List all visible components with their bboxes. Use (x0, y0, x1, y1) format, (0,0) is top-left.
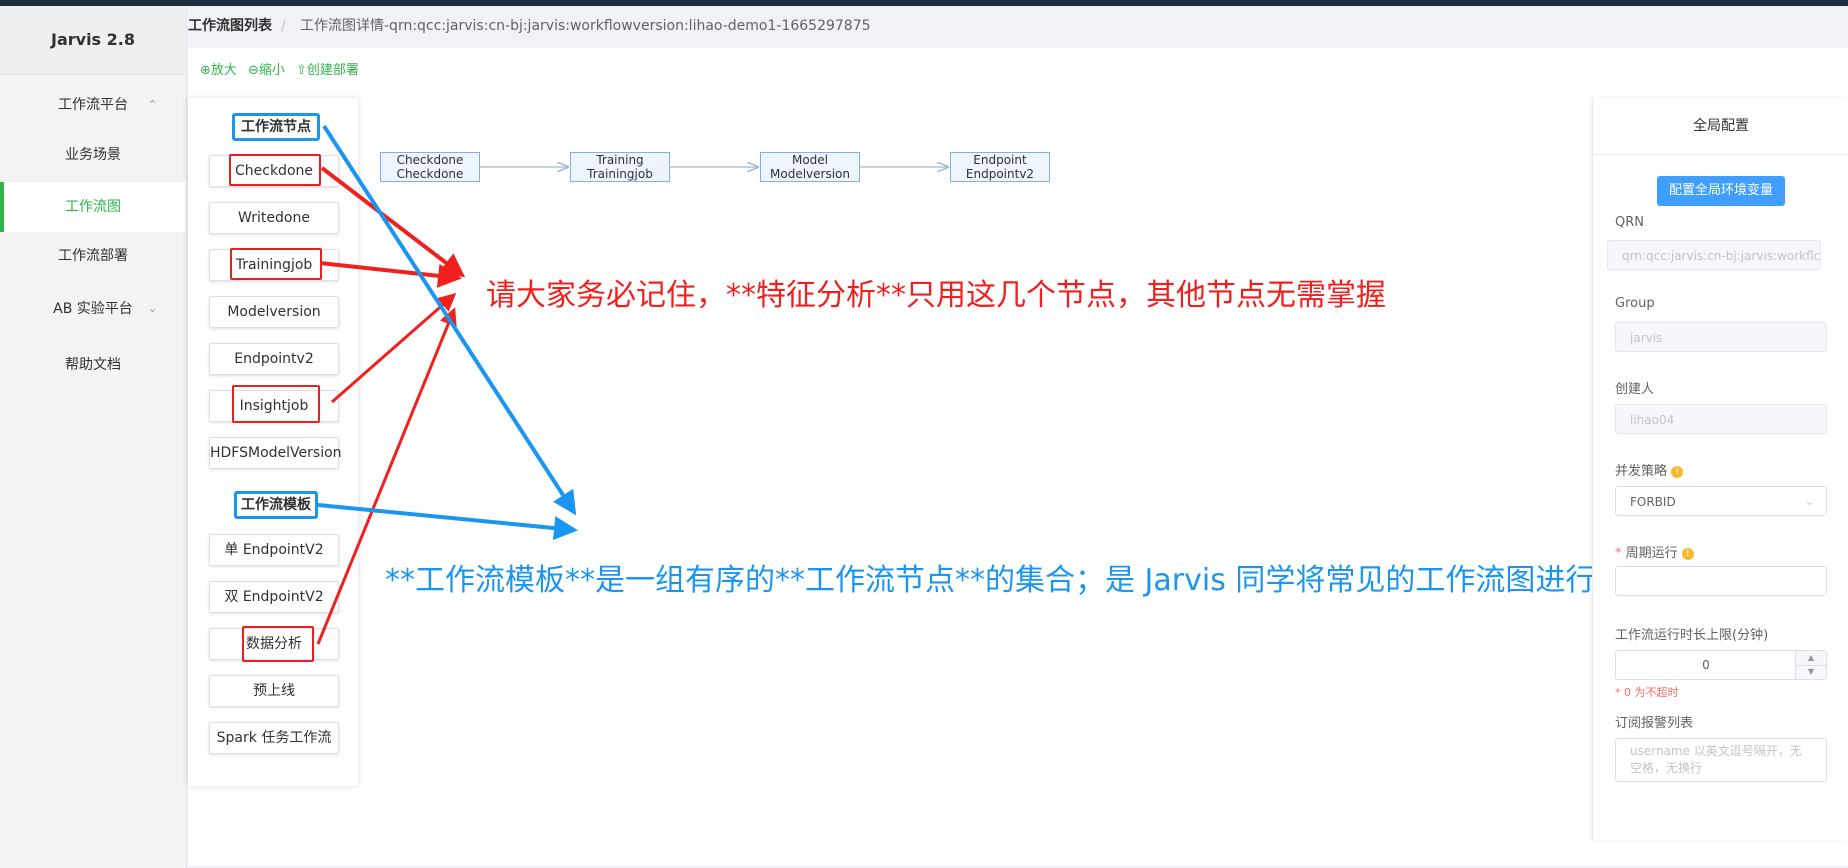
info-icon[interactable]: ! (1671, 465, 1684, 478)
info-icon[interactable]: ! (1681, 547, 1694, 560)
timeout-stepper[interactable]: 0 ▲ ▼ (1615, 650, 1827, 680)
increment-icon[interactable]: ▲ (1796, 651, 1826, 666)
blue-arrow (322, 124, 577, 516)
schedule-label-text: 周期运行 (1625, 546, 1678, 561)
global-config-panel: 全局配置 配置全局环境变量 QRN qrn:qcc:jarvis:cn-bj:j… (1592, 98, 1848, 840)
timeout-value: 0 (1702, 658, 1710, 672)
concurrency-label: 并发策略! (1615, 460, 1684, 479)
required-mark: * (1615, 546, 1622, 561)
concurrency-select[interactable]: FORBID ⌄ (1615, 486, 1827, 516)
red-arrow (331, 293, 457, 404)
timeout-label: 工作流运行时长上限(分钟) (1615, 628, 1769, 643)
stepper-buttons: ▲ ▼ (1795, 651, 1826, 679)
subscribe-textarea[interactable]: username 以英文逗号隔开，无空格，无换行 (1615, 738, 1827, 782)
blue-arrow (317, 503, 578, 540)
decrement-icon[interactable]: ▼ (1796, 665, 1826, 679)
creator-input[interactable]: lihao04 (1615, 404, 1827, 434)
schedule-label: * 周期运行! (1615, 542, 1694, 561)
subscribe-label: 订阅报警列表 (1615, 716, 1694, 731)
config-title: 全局配置 (1593, 98, 1848, 155)
creator-label: 创建人 (1615, 382, 1655, 397)
concurrency-value: FORBID (1630, 495, 1676, 509)
red-arrow (320, 166, 466, 278)
schedule-input[interactable] (1615, 566, 1827, 596)
group-input[interactable]: jarvis (1615, 322, 1827, 352)
concurrency-label-text: 并发策略 (1615, 464, 1668, 479)
red-arrow (319, 261, 462, 288)
qrn-label: QRN (1615, 215, 1644, 230)
qrn-input[interactable]: qrn:qcc:jarvis:cn-bj:jarvis:workflc (1607, 240, 1821, 270)
configure-env-button[interactable]: 配置全局环境变量 (1657, 176, 1785, 206)
group-label: Group (1615, 296, 1655, 311)
annotation-red-note: 请大家务必记住，**特征分析**只用这几个节点，其他节点无需掌握 (486, 278, 1386, 313)
timeout-hint: * 0 为不超时 (1615, 686, 1679, 699)
annotation-arrows (316, 124, 1848, 645)
chevron-down-icon: ⌄ (1804, 495, 1814, 508)
